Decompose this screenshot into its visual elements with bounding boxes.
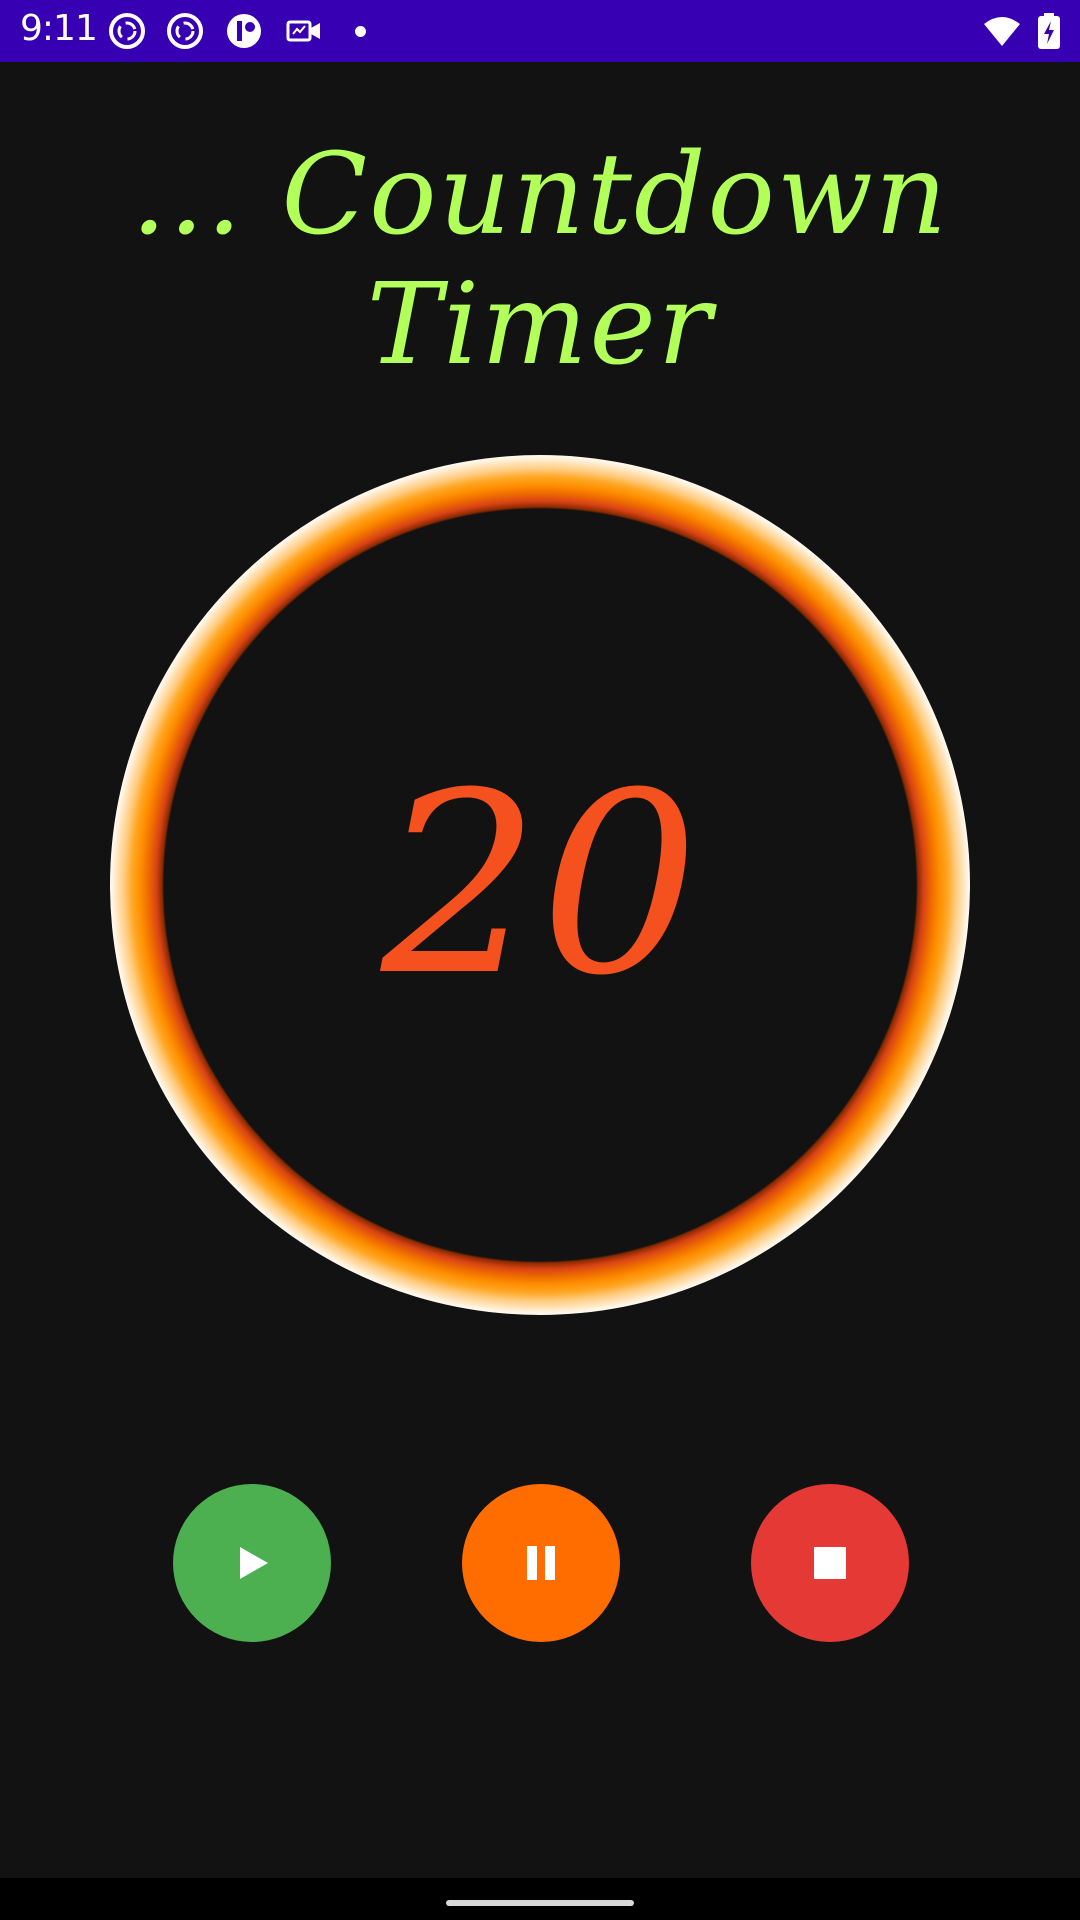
- pause-button[interactable]: [462, 1484, 620, 1642]
- sync-circle-icon: [108, 12, 146, 50]
- notification-dot-icon: [355, 26, 366, 37]
- stop-icon: [812, 1545, 848, 1581]
- app-toggle-icon: [225, 12, 263, 50]
- status-bar: 9:11: [0, 0, 1080, 62]
- timer-dial: 20: [110, 455, 970, 1315]
- stop-button[interactable]: [751, 1484, 909, 1642]
- play-icon: [232, 1543, 272, 1583]
- battery-charging-icon: [1036, 12, 1062, 50]
- wifi-icon: [982, 12, 1020, 50]
- video-call-icon: [285, 12, 323, 50]
- sync-circle-icon: [166, 12, 204, 50]
- app-title: ... Countdown Timer: [131, 130, 949, 390]
- status-time: 9:11: [20, 8, 98, 49]
- pause-icon: [521, 1543, 561, 1583]
- countdown-value: 20: [380, 739, 700, 1030]
- play-button[interactable]: [173, 1484, 331, 1642]
- gesture-handle[interactable]: [446, 1900, 634, 1906]
- navigation-bar: [0, 1878, 1080, 1920]
